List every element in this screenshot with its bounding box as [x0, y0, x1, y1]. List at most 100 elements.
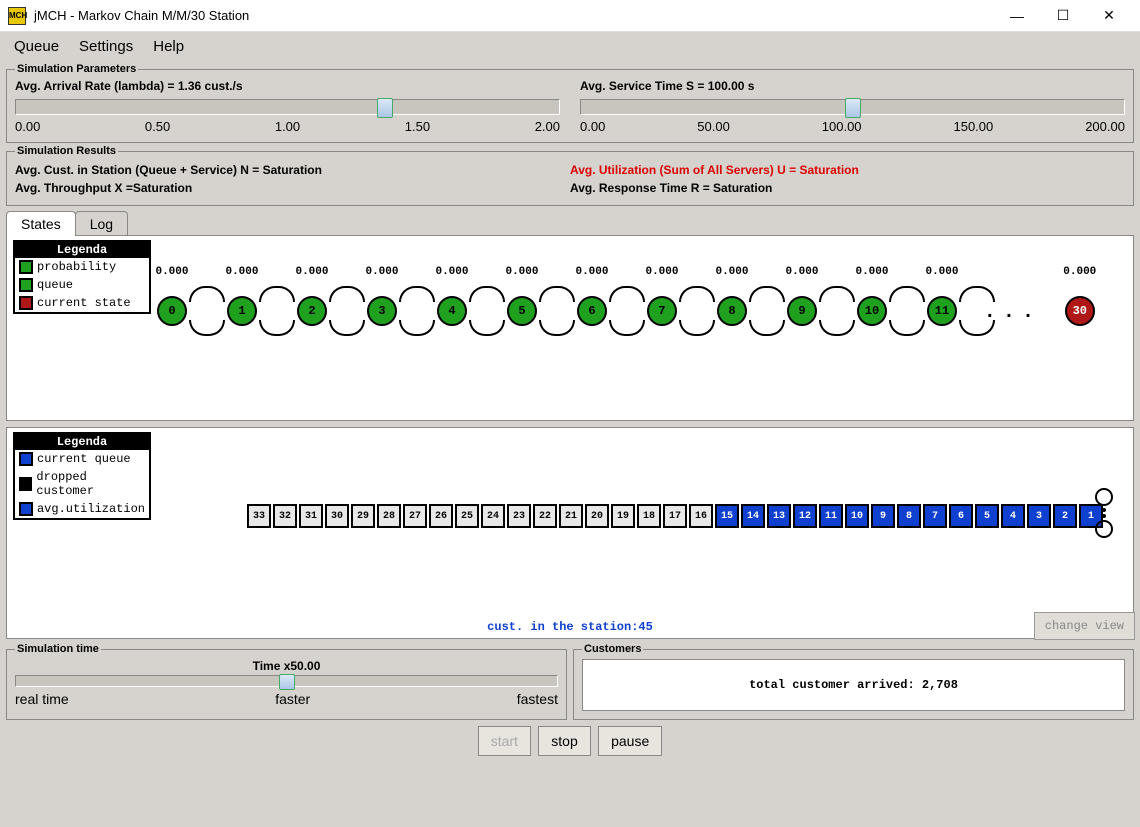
legend-label: current state: [37, 296, 131, 310]
server-circle-icon: [1095, 520, 1113, 538]
app-logo-icon: MCH: [8, 7, 26, 25]
state-node: 0.0008: [697, 296, 767, 326]
tick-label: 50.00: [697, 119, 730, 134]
lambda-label: Avg. Arrival Rate (lambda) = 1.36 cust./…: [15, 79, 560, 93]
tick-label: 150.00: [953, 119, 993, 134]
tab-bar: States Log: [0, 210, 1140, 235]
queue-box: 8: [897, 504, 921, 528]
window-title: jMCH - Markov Chain M/M/30 Station: [34, 8, 994, 23]
pause-button[interactable]: pause: [598, 726, 662, 756]
queue-box: 19: [611, 504, 635, 528]
params-legend: Simulation Parameters: [15, 63, 138, 75]
state-prob: 0.000: [417, 266, 487, 278]
legend-item: probability: [15, 258, 149, 276]
menu-queue[interactable]: Queue: [14, 38, 59, 55]
time-slider[interactable]: [15, 675, 558, 687]
queue-box: 26: [429, 504, 453, 528]
time-slider-thumb[interactable]: [279, 674, 295, 690]
lambda-slider-thumb[interactable]: [377, 98, 393, 118]
simulation-parameters: Simulation Parameters Avg. Arrival Rate …: [6, 63, 1134, 143]
server-dot-icon: [1102, 508, 1106, 512]
result-u: Avg. Utilization (Sum of All Servers) U …: [570, 161, 1125, 179]
legend-label: probability: [37, 260, 116, 274]
state-circle: 3: [367, 296, 397, 326]
change-view-button[interactable]: change view: [1034, 612, 1135, 640]
start-button[interactable]: start: [478, 726, 531, 756]
legend-swatch-icon: [19, 477, 32, 491]
state-prob: 0.000: [487, 266, 557, 278]
queue-box: 9: [871, 504, 895, 528]
tick-label: faster: [275, 691, 310, 707]
tick-label: 0.00: [15, 119, 40, 134]
tab-log[interactable]: Log: [75, 211, 128, 236]
queue-box: 21: [559, 504, 583, 528]
state-prob: 0.000: [697, 266, 767, 278]
legend-label: dropped customer: [36, 470, 145, 498]
state-circle: 6: [577, 296, 607, 326]
state-prob: 0.000: [907, 266, 977, 278]
queue-box: 20: [585, 504, 609, 528]
cust-in-station: cust. in the station:45: [487, 620, 653, 634]
legend-swatch-icon: [19, 502, 33, 516]
titlebar: MCH jMCH - Markov Chain M/M/30 Station —…: [0, 0, 1140, 32]
service-slider-thumb[interactable]: [845, 98, 861, 118]
legend-item: current queue: [15, 450, 149, 468]
minimize-button[interactable]: —: [994, 1, 1040, 31]
state-node: 0.00011: [907, 296, 977, 326]
state-circle: 2: [297, 296, 327, 326]
queue-box: 25: [455, 504, 479, 528]
state-node-final: 0.00030: [1045, 296, 1115, 326]
state-circle: 0: [157, 296, 187, 326]
menu-help[interactable]: Help: [153, 38, 184, 55]
state-circle-current: 30: [1065, 296, 1095, 326]
arc-top-icon: [959, 286, 995, 302]
queue-box: 4: [1001, 504, 1025, 528]
close-button[interactable]: ✕: [1086, 1, 1132, 31]
states-panel: Legenda probability queue current state 0.…: [6, 235, 1134, 421]
queue-box: 14: [741, 504, 765, 528]
queue-box: 23: [507, 504, 531, 528]
states-legend-title: Legenda: [15, 242, 149, 258]
tick-label: 200.00: [1085, 119, 1125, 134]
menu-bar: Queue Settings Help: [0, 32, 1140, 61]
states-legend-box: Legenda probability queue current state: [13, 240, 151, 314]
legend-swatch-icon: [19, 296, 33, 310]
lambda-slider[interactable]: [15, 99, 560, 115]
queue-box: 3: [1027, 504, 1051, 528]
legend-label: avg.utilization: [37, 502, 145, 516]
state-circle: 8: [717, 296, 747, 326]
queue-legend-title: Legenda: [15, 434, 149, 450]
tick-label: fastest: [517, 691, 558, 707]
menu-settings[interactable]: Settings: [79, 38, 133, 55]
state-circle: 5: [507, 296, 537, 326]
queue-box: 32: [273, 504, 297, 528]
queue-box: 7: [923, 504, 947, 528]
state-prob: 0.000: [207, 266, 277, 278]
queue-box: 6: [949, 504, 973, 528]
service-slider[interactable]: [580, 99, 1125, 115]
service-label: Avg. Service Time S = 100.00 s: [580, 79, 1125, 93]
state-circle: 7: [647, 296, 677, 326]
stop-button[interactable]: stop: [538, 726, 590, 756]
markov-chain: 0.00000.00010.00020.00030.00040.00050.00…: [137, 296, 1115, 326]
state-prob: 0.000: [627, 266, 697, 278]
tab-states[interactable]: States: [6, 211, 76, 236]
legend-item: queue: [15, 276, 149, 294]
control-buttons: start stop pause: [0, 726, 1140, 756]
queue-box: 33: [247, 504, 271, 528]
state-prob: 0.000: [767, 266, 837, 278]
simulation-time: Simulation time Time x50.00 real timefas…: [6, 643, 567, 720]
queue-box: 2: [1053, 504, 1077, 528]
queue-box: 15: [715, 504, 739, 528]
state-prob: 0.000: [557, 266, 627, 278]
sim-time-legend: Simulation time: [15, 643, 101, 655]
result-n: Avg. Cust. in Station (Queue + Service) …: [15, 161, 570, 179]
queue-box: 10: [845, 504, 869, 528]
maximize-button[interactable]: ☐: [1040, 1, 1086, 31]
legend-item: avg.utilization: [15, 500, 149, 518]
state-circle: 9: [787, 296, 817, 326]
state-node: 0.0003: [347, 296, 417, 326]
queue-box: 17: [663, 504, 687, 528]
state-circle: 4: [437, 296, 467, 326]
server-dot-icon: [1102, 514, 1106, 518]
